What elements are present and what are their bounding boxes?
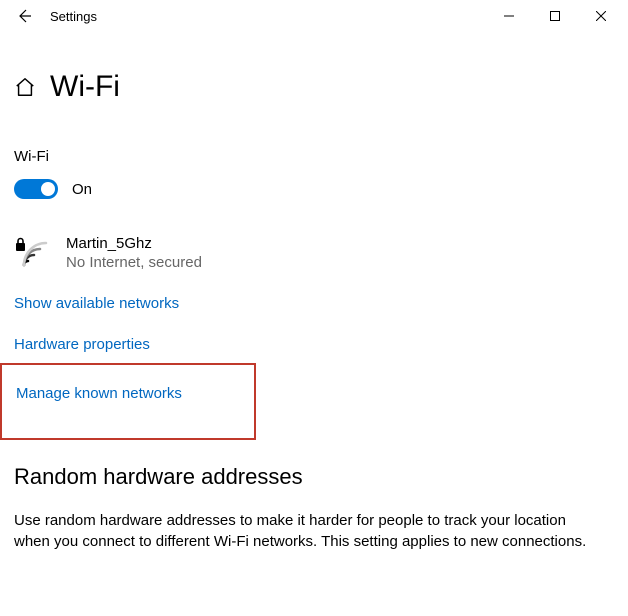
arrow-left-icon bbox=[16, 8, 32, 24]
network-name: Martin_5Ghz bbox=[66, 235, 202, 252]
window-controls bbox=[486, 0, 624, 32]
page-header: Wi-Fi bbox=[14, 70, 614, 104]
wifi-toggle-state: On bbox=[72, 181, 92, 198]
window-title: Settings bbox=[50, 9, 97, 24]
content: Wi-Fi Wi-Fi On Martin_5Ghz No Internet, … bbox=[0, 32, 628, 552]
highlight-annotation: Manage known networks bbox=[0, 363, 256, 440]
page-title: Wi-Fi bbox=[50, 70, 120, 104]
close-button[interactable] bbox=[578, 0, 624, 32]
random-hw-body: Use random hardware addresses to make it… bbox=[14, 510, 614, 552]
hardware-properties-link[interactable]: Hardware properties bbox=[14, 336, 150, 353]
toggle-knob bbox=[41, 182, 55, 196]
show-available-networks-link[interactable]: Show available networks bbox=[14, 295, 179, 312]
home-icon bbox=[14, 76, 36, 98]
close-icon bbox=[596, 11, 606, 21]
maximize-button[interactable] bbox=[532, 0, 578, 32]
wifi-secured-icon bbox=[14, 235, 50, 271]
minimize-icon bbox=[504, 11, 514, 21]
minimize-button[interactable] bbox=[486, 0, 532, 32]
wifi-toggle-row: On bbox=[14, 179, 614, 199]
wifi-section-label: Wi-Fi bbox=[14, 148, 614, 165]
titlebar: Settings bbox=[0, 0, 628, 32]
maximize-icon bbox=[550, 11, 560, 21]
back-button[interactable] bbox=[14, 8, 34, 24]
network-status: No Internet, secured bbox=[66, 254, 202, 271]
titlebar-left: Settings bbox=[4, 8, 97, 24]
network-info: Martin_5Ghz No Internet, secured bbox=[66, 235, 202, 271]
current-network[interactable]: Martin_5Ghz No Internet, secured bbox=[14, 235, 614, 271]
random-hw-heading: Random hardware addresses bbox=[14, 464, 614, 490]
wifi-toggle[interactable] bbox=[14, 179, 58, 199]
manage-known-networks-link[interactable]: Manage known networks bbox=[16, 385, 182, 402]
